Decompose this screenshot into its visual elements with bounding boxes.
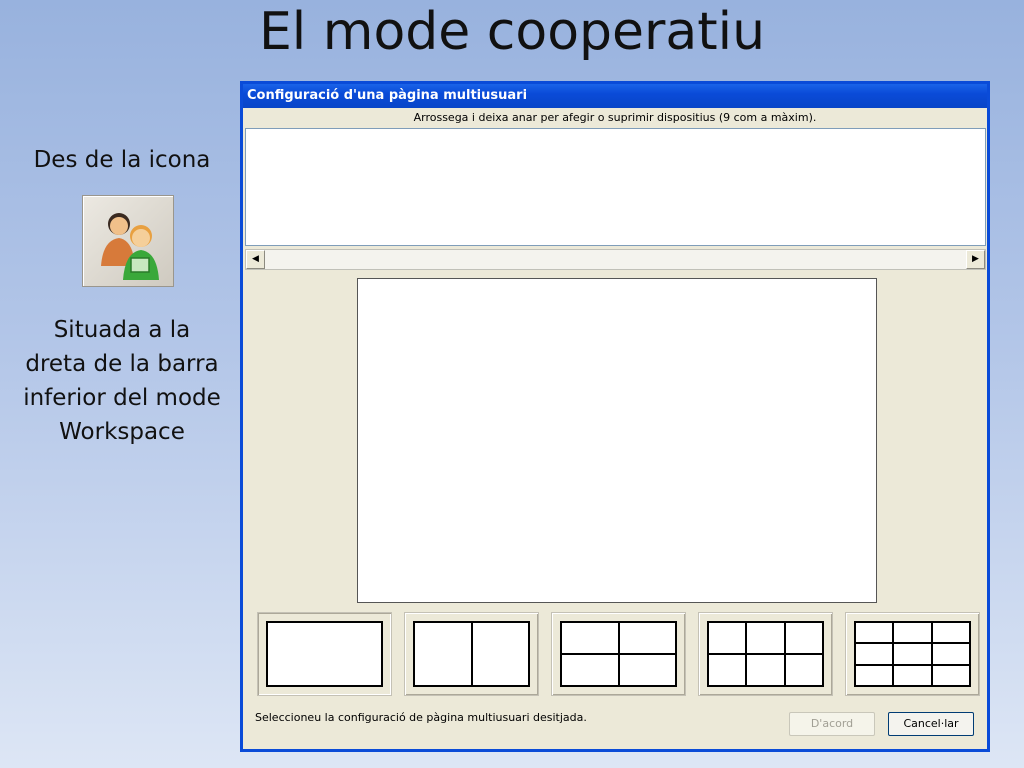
slide-title: El mode cooperatiu [258, 2, 766, 62]
dialog-instruction: Arrossega i deixa anar per afegir o supr… [413, 111, 817, 124]
dialog-title: Configuració d'una pàgina multiusuari [243, 84, 987, 108]
arrow-left-icon: ◀ [252, 254, 259, 264]
multiuser-icon-button[interactable] [82, 195, 174, 287]
layout-9-button[interactable] [845, 612, 980, 696]
scroll-right-button[interactable]: ▶ [966, 250, 985, 269]
layout-3x3-icon [854, 621, 971, 687]
location-caption: Situada a la dreta de la barra inferior … [23, 317, 221, 445]
layout-1x1-icon [266, 621, 383, 687]
page-preview [357, 278, 877, 603]
cancel-button[interactable]: Cancel·lar [888, 712, 974, 736]
users-icon [101, 213, 159, 280]
layout-6-button[interactable] [698, 612, 833, 696]
layout-2-button[interactable] [404, 612, 539, 696]
device-drop-area[interactable] [245, 128, 986, 246]
icon-caption: Des de la icona [33, 147, 211, 173]
multiuser-config-dialog: Configuració d'una pàgina multiusuari Ar… [240, 81, 990, 752]
ok-button[interactable]: D'acord [789, 712, 875, 736]
arrow-right-icon: ▶ [972, 254, 979, 264]
layout-1-button[interactable] [257, 612, 392, 696]
layout-3x2-icon [707, 621, 824, 687]
layout-4-button[interactable] [551, 612, 686, 696]
horizontal-scrollbar[interactable]: ◀ ▶ [245, 249, 986, 270]
layout-2x2-icon [560, 621, 677, 687]
status-text: Seleccioneu la configuració de pàgina mu… [255, 711, 587, 724]
layout-options [257, 612, 981, 698]
scroll-left-button[interactable]: ◀ [246, 250, 265, 269]
layout-2x1-icon [413, 621, 530, 687]
